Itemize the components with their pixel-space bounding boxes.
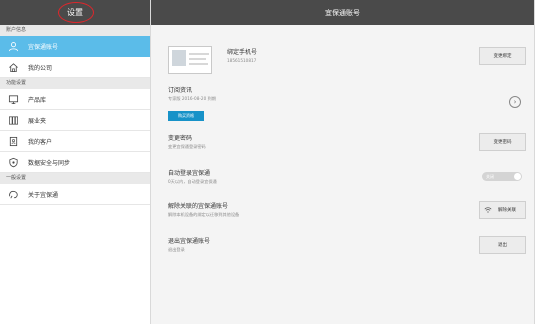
unlink-icon <box>484 206 492 214</box>
sidebar-item-about[interactable]: 关于宜保通 <box>0 184 150 205</box>
logout-row: 退出宜保通账号 退出登录 <box>168 236 528 253</box>
main-header: 宜保通账号 <box>151 0 534 25</box>
sidebar-item-label: 展业夹 <box>28 117 47 125</box>
sidebar-item-label: 数据安全与同步 <box>28 159 71 167</box>
toggle-knob <box>514 173 521 180</box>
unlink-row: 解除关联的宜保通账号 解除本机设备的绑定以迁移到其他设备 <box>168 201 528 218</box>
sidebar: 设置 账户信息 宜保通账号 我的公司 功能设置 产品库 展业夹 我的客户 数据安… <box>0 0 151 324</box>
logout-button[interactable]: 退出 <box>479 236 526 254</box>
unlink-title: 解除关联的宜保通账号 <box>168 203 229 210</box>
logout-subtitle: 退出登录 <box>168 247 185 252</box>
section-features: 功能设置 <box>0 78 150 89</box>
sidebar-item-company[interactable]: 我的公司 <box>0 57 150 78</box>
chevron-right-icon[interactable]: › <box>509 96 521 108</box>
folder-icon <box>8 115 19 126</box>
unlink-button-label: 解除关联 <box>498 208 516 213</box>
unlink-button[interactable]: 解除关联 <box>479 201 526 219</box>
avatar <box>172 50 186 66</box>
sidebar-item-label: 关于宜保通 <box>28 191 59 199</box>
auto-login-title: 自动登录宜保通 <box>168 170 211 177</box>
monitor-icon <box>8 94 19 105</box>
toggle-label: 关闭 <box>486 173 494 179</box>
auto-login-subtitle: 0天以内，自动登录宜保通 <box>168 179 217 184</box>
logout-title: 退出宜保通账号 <box>168 238 211 245</box>
contacts-icon <box>8 136 19 147</box>
card-line <box>189 58 206 60</box>
sidebar-header: 设置 <box>0 0 150 25</box>
user-icon <box>8 41 19 52</box>
info-icon <box>8 189 19 200</box>
change-password-row: 变更密码 变更宜保通登录密码 <box>168 133 528 150</box>
sidebar-item-data-sync[interactable]: 数据安全与同步 <box>0 152 150 173</box>
auto-login-row: 自动登录宜保通 0天以内，自动登录宜保通 <box>168 168 528 185</box>
change-password-title: 变更密码 <box>168 135 193 142</box>
sidebar-item-label: 宜保通账号 <box>28 44 59 51</box>
sidebar-item-account[interactable]: 宜保通账号 <box>0 36 150 57</box>
sidebar-item-label: 产品库 <box>28 96 47 104</box>
main-content: 宜保通账号 绑定手机号 18561510817 变更绑定 订阅资讯 专家版 20… <box>151 0 534 324</box>
card-line <box>189 53 209 55</box>
sidebar-item-label: 我的客户 <box>28 138 53 146</box>
change-binding-button[interactable]: 变更绑定 <box>479 47 526 65</box>
subscription-subtitle: 专家版 2016-08-20 到期 <box>168 96 216 101</box>
auto-login-toggle[interactable]: 关闭 <box>482 172 522 181</box>
subscription-row: 订阅资讯 专家版 2016-08-20 到期 购买资格 <box>168 85 528 121</box>
unlink-subtitle: 解除本机设备的绑定以迁移到其他设备 <box>168 212 240 217</box>
id-card-image <box>168 46 212 74</box>
sidebar-item-products[interactable]: 产品库 <box>0 89 150 110</box>
page-title: 宜保通账号 <box>325 8 360 17</box>
section-account-info: 账户信息 <box>0 25 150 36</box>
subscription-title: 订阅资讯 <box>168 87 193 94</box>
home-icon <box>8 62 19 73</box>
card-line <box>189 63 208 65</box>
sidebar-item-business-folder[interactable]: 展业夹 <box>0 110 150 131</box>
settings-panel: 绑定手机号 18561510817 变更绑定 订阅资讯 专家版 2016-08-… <box>151 25 534 324</box>
sidebar-item-customers[interactable]: 我的客户 <box>0 131 150 152</box>
shield-icon <box>8 157 19 168</box>
change-password-subtitle: 变更宜保通登录密码 <box>168 144 206 149</box>
sidebar-item-label: 我的公司 <box>28 64 53 72</box>
section-general: 一般设置 <box>0 173 150 184</box>
change-password-button[interactable]: 变更密码 <box>479 133 526 151</box>
buy-subscription-button[interactable]: 购买资格 <box>168 111 204 121</box>
annotation-circle <box>58 2 94 23</box>
